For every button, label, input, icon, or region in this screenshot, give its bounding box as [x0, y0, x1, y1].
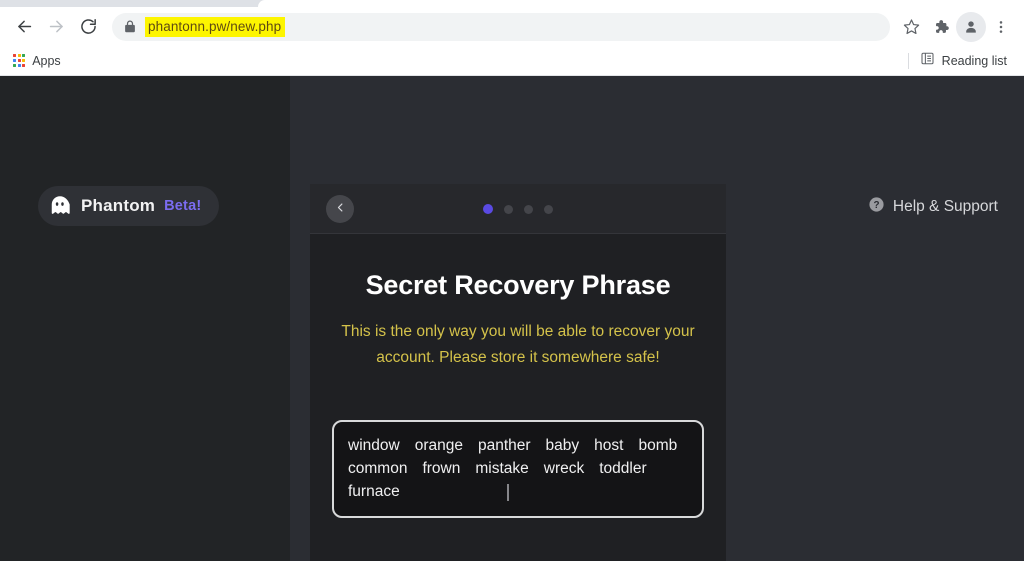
- seed-word: frown: [422, 460, 461, 477]
- brand-beta-label: Beta!: [164, 198, 202, 214]
- page-right-pane: [726, 76, 1024, 561]
- wallet-page: Phantom Beta! ? Help & Support Secret Re…: [0, 76, 1024, 561]
- seed-word: host: [594, 437, 624, 454]
- chevron-left-icon: [335, 200, 346, 218]
- page-left-pane: [0, 76, 290, 561]
- seed-word: common: [348, 460, 408, 477]
- svg-text:?: ?: [873, 200, 879, 211]
- step-indicator: [310, 184, 726, 234]
- bookmarks-bar: Apps Reading list: [0, 46, 1024, 76]
- step-dot-2[interactable]: [504, 204, 513, 214]
- onboarding-modal: Secret Recovery Phrase This is the only …: [310, 184, 726, 561]
- question-circle-icon: ?: [868, 196, 885, 218]
- modal-body: Secret Recovery Phrase This is the only …: [310, 270, 726, 518]
- seed-phrase-word-list: window orange panther baby host bomb com…: [348, 435, 688, 502]
- step-dot-1[interactable]: [483, 204, 493, 214]
- seed-word: mistake: [475, 460, 529, 477]
- seed-word: bomb: [638, 437, 678, 454]
- bookmark-star-icon[interactable]: [896, 12, 926, 42]
- arrow-right-icon: [47, 17, 66, 36]
- bookmarks-divider: [907, 52, 909, 69]
- seed-word: wreck: [543, 460, 585, 477]
- forward-button[interactable]: [40, 11, 72, 43]
- arrow-left-icon: [15, 17, 34, 36]
- help-and-support-link[interactable]: ? Help & Support: [868, 196, 998, 218]
- tab-strip[interactable]: [0, 0, 1024, 7]
- step-dot-3[interactable]: [524, 204, 533, 214]
- text-cursor: [507, 484, 509, 501]
- seed-word: baby: [545, 437, 580, 454]
- phantom-brand-badge[interactable]: Phantom Beta!: [38, 186, 220, 226]
- more-menu-icon[interactable]: [986, 12, 1016, 42]
- seed-phrase-box[interactable]: window orange panther baby host bomb com…: [332, 420, 704, 518]
- reading-list-label: Reading list: [941, 53, 1007, 68]
- profile-avatar-icon[interactable]: [956, 11, 986, 42]
- lock-icon: [124, 20, 136, 33]
- modal-header: [310, 184, 726, 234]
- reading-list-button[interactable]: Reading list: [913, 48, 1014, 74]
- brand-name: Phantom: [81, 196, 156, 215]
- bookmark-item-apps-label: Apps: [32, 53, 61, 68]
- back-button[interactable]: [8, 11, 40, 43]
- browser-toolbar: phantonn.pw/new.php: [0, 7, 1024, 46]
- url-text[interactable]: phantonn.pw/new.php: [145, 16, 286, 37]
- seed-word: orange: [414, 437, 463, 454]
- step-dot-4[interactable]: [544, 204, 553, 214]
- seed-word: panther: [477, 437, 531, 454]
- seed-word: toddler: [599, 460, 647, 477]
- help-and-support-label: Help & Support: [892, 198, 998, 215]
- browser-chrome: phantonn.pw/new.php Apps Reading list: [0, 0, 1024, 76]
- reload-icon: [79, 17, 98, 36]
- address-bar[interactable]: phantonn.pw/new.php: [112, 12, 890, 41]
- apps-grid-icon: [13, 54, 26, 67]
- reading-list-icon: [920, 51, 935, 71]
- bookmark-item-apps[interactable]: Apps: [6, 51, 68, 71]
- page-title: Secret Recovery Phrase: [365, 270, 671, 300]
- modal-back-button[interactable]: [326, 194, 354, 223]
- reload-button[interactable]: [72, 11, 104, 43]
- extensions-puzzle-icon[interactable]: [926, 12, 956, 42]
- ghost-icon: [48, 194, 72, 218]
- seed-word: window: [348, 437, 400, 454]
- warning-text: This is the only way you will be able to…: [341, 323, 695, 366]
- seed-word: furnace: [348, 483, 400, 500]
